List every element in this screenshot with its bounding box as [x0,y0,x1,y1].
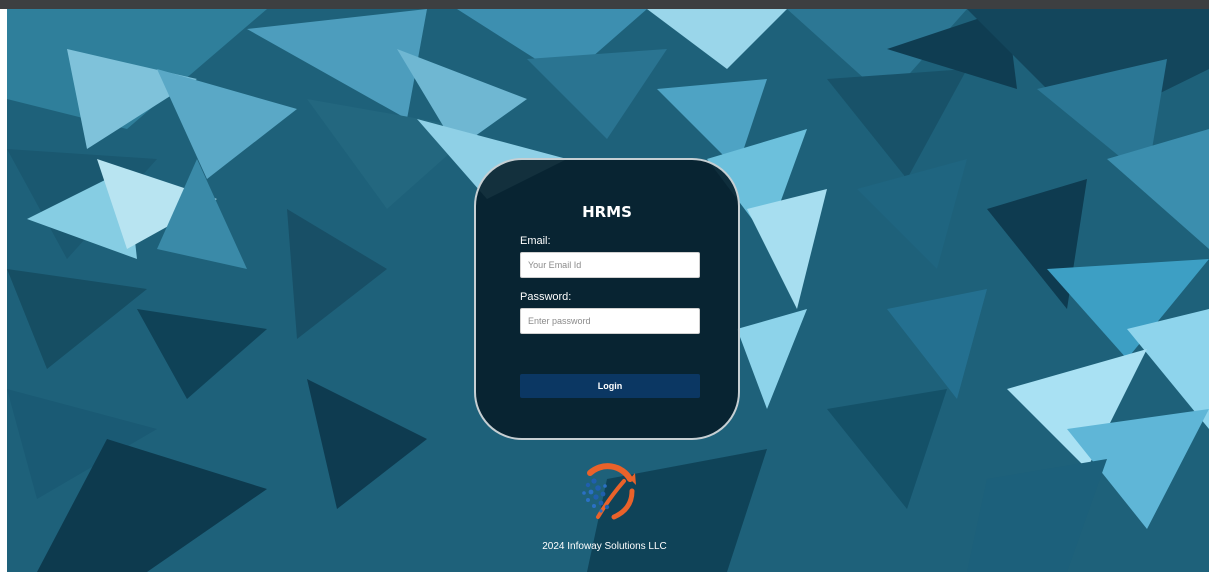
login-button[interactable]: Login [520,374,700,398]
top-bar [0,0,1209,9]
email-input[interactable] [520,252,700,278]
brand-logo-icon [574,461,638,525]
login-card: HRMS Email: Password: Login [474,158,740,440]
password-input[interactable] [520,308,700,334]
footer-copyright: 2024 Infoway Solutions LLC [542,541,667,552]
app-title: HRMS [582,203,632,221]
password-label: Password: [520,291,572,303]
email-label: Email: [520,235,551,247]
